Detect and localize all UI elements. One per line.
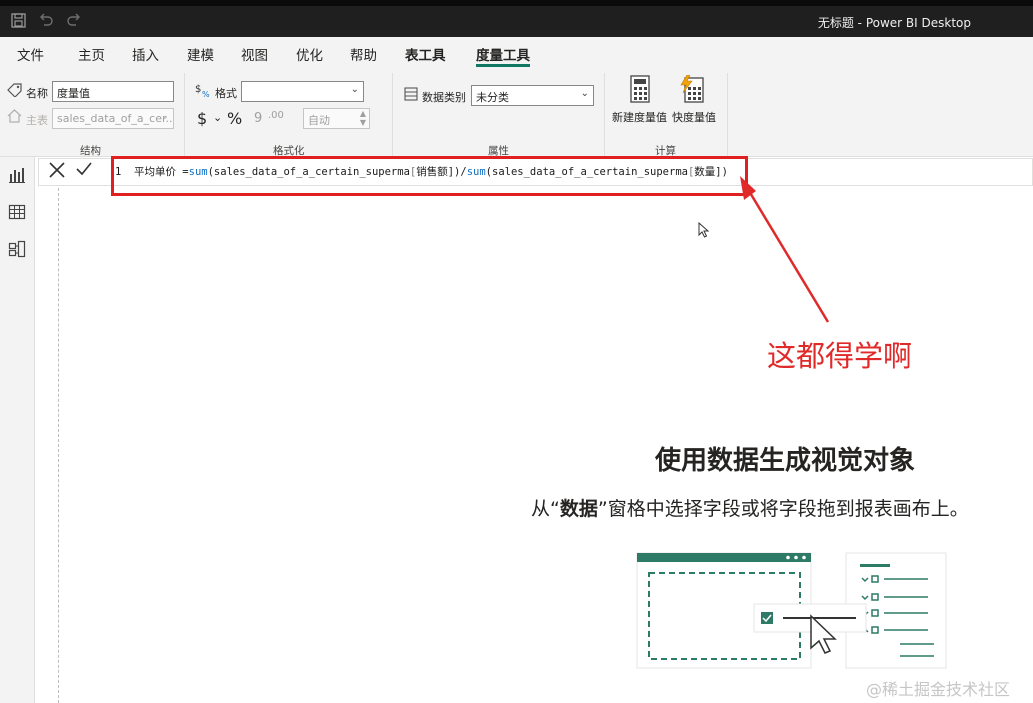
chevron-down-icon: ⌄	[160, 111, 169, 122]
new-measure-label: 新建度量值	[612, 111, 667, 124]
data-category-icon	[404, 87, 418, 105]
quick-calculator-icon	[680, 74, 704, 107]
window-title: 无标题 - Power BI Desktop	[817, 16, 971, 30]
ribbon-divider	[392, 73, 393, 157]
tab-modeling[interactable]: 建模	[187, 44, 214, 64]
tab-measure-tools[interactable]: 度量工具	[476, 44, 530, 64]
tab-home[interactable]: 主页	[78, 44, 105, 64]
data-category-select[interactable]: 未分类 ⌄	[471, 85, 594, 106]
home-table-value: sales_data_of_a_cer...	[57, 112, 174, 125]
mouse-pointer-icon	[698, 221, 710, 242]
tab-help[interactable]: 帮助	[350, 44, 377, 64]
chevron-down-icon: ⌄	[580, 88, 589, 99]
tab-optimize[interactable]: 优化	[296, 44, 323, 64]
empty-state-description: 从“数据”窗格中选择字段或将字段拖到报表画布上。	[531, 494, 969, 521]
svg-text:%: %	[202, 90, 210, 98]
watermark-text: @稀土掘金技术社区	[866, 680, 1011, 699]
empty-state-title: 使用数据生成视觉对象	[655, 446, 916, 476]
view-sidebar	[0, 157, 35, 703]
home-table-select: sales_data_of_a_cer... ⌄	[52, 108, 174, 129]
format-label: 格式	[215, 87, 237, 100]
calculator-icon	[630, 75, 650, 107]
data-pane-link: 数据	[559, 498, 598, 520]
spinner-icon: ▲ ▼	[359, 109, 366, 127]
svg-text:$: $	[195, 84, 201, 95]
report-view-icon[interactable]	[8, 166, 26, 184]
ribbon-divider	[604, 73, 605, 157]
decimal-places-stepper: 自动 ▲ ▼	[303, 108, 370, 129]
canvas-boundary	[58, 188, 59, 703]
ribbon: 名称 度量值 主表 sales_data_of_a_cer... ⌄ 结构 $%…	[0, 67, 1033, 157]
save-icon[interactable]	[11, 13, 26, 32]
undo-icon[interactable]	[38, 13, 54, 32]
quick-measure-button[interactable]: 快度量值	[672, 73, 720, 129]
tab-table-tools[interactable]: 表工具	[405, 44, 446, 64]
annotation-text: 这都得学啊	[767, 339, 913, 373]
group-label-structure: 结构	[80, 145, 101, 157]
currency-button[interactable]: $	[197, 109, 207, 128]
title-bar: 无标题 - Power BI Desktop	[0, 0, 1033, 37]
tag-icon	[7, 83, 23, 101]
format-icon: $%	[195, 82, 211, 102]
check-icon[interactable]	[75, 160, 93, 183]
quick-measure-label: 快度量值	[672, 111, 716, 124]
tab-view[interactable]: 视图	[241, 44, 268, 64]
table-view-icon[interactable]	[8, 203, 26, 221]
ribbon-divider	[184, 73, 185, 157]
chevron-down-icon[interactable]: ⌄	[213, 111, 222, 124]
chevron-down-icon: ⌄	[350, 84, 359, 95]
home-table-label: 主表	[26, 114, 48, 127]
format-select[interactable]: ⌄	[241, 81, 364, 102]
redo-icon[interactable]	[66, 13, 82, 32]
ribbon-divider	[727, 73, 728, 157]
tab-file[interactable]: 文件	[17, 44, 44, 64]
model-view-icon[interactable]	[8, 240, 26, 258]
percent-button[interactable]: %	[227, 109, 242, 128]
data-category-label: 数据类别	[422, 91, 466, 104]
name-label: 名称	[26, 87, 48, 100]
measure-name-input[interactable]: 度量值	[52, 81, 174, 102]
tab-insert[interactable]: 插入	[132, 44, 159, 64]
menu-bar: 文件 主页 插入 建模 视图 优化 帮助 表工具 度量工具	[0, 37, 1033, 67]
decimal-button: .00	[268, 110, 284, 121]
desc-suffix: ”窗格中选择字段或将字段拖到报表画布上。	[597, 498, 969, 520]
empty-state-illustration-icon	[636, 552, 947, 669]
data-category-value: 未分类	[476, 91, 509, 104]
new-measure-button[interactable]: 新建度量值	[612, 73, 670, 129]
comma-style-button: 9	[254, 111, 263, 126]
close-icon[interactable]	[48, 160, 66, 184]
decimal-places-value: 自动	[308, 114, 330, 127]
power-bi-window: 无标题 - Power BI Desktop 文件 主页 插入 建模 视图 优化…	[0, 0, 1033, 703]
highlight-box	[111, 156, 748, 196]
home-icon	[7, 109, 22, 127]
desc-prefix: 从“	[531, 498, 560, 520]
